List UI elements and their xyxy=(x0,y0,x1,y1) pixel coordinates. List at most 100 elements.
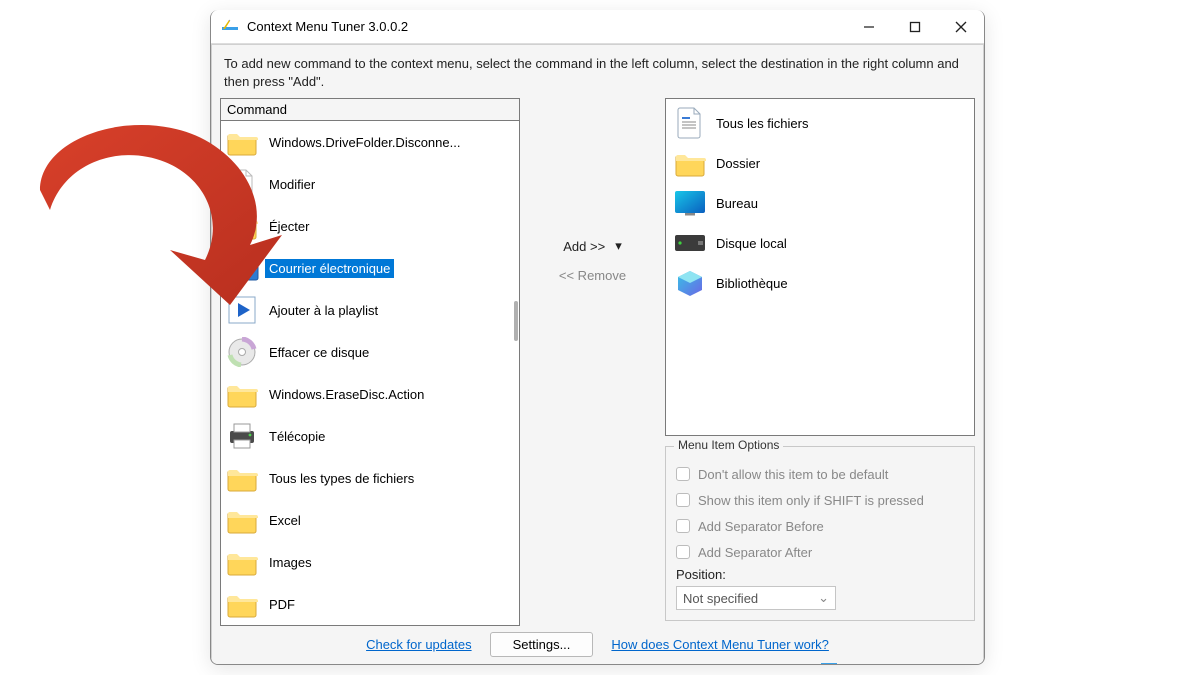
remove-button[interactable]: << Remove xyxy=(520,268,665,283)
dropdown-caret-icon: ▾ xyxy=(615,238,622,254)
command-item[interactable]: Modifier xyxy=(221,163,519,205)
chevron-down-icon: ⌄ xyxy=(818,590,829,606)
cool-stuff-label: Get more cool stuff here: xyxy=(672,664,815,665)
position-label: Position: xyxy=(676,567,964,582)
command-item[interactable]: Images xyxy=(221,541,519,583)
option-sep-before[interactable]: Add Separator Before xyxy=(676,513,964,539)
command-item-label: Tous les types de fichiers xyxy=(265,469,418,488)
command-item-label: Effacer ce disque xyxy=(265,343,373,362)
mail-icon xyxy=(225,251,259,285)
command-item-label: Excel xyxy=(265,511,305,530)
commands-header: Command xyxy=(220,98,520,120)
desktop-icon xyxy=(674,187,706,219)
minimize-button[interactable] xyxy=(846,10,892,43)
settings-button-label: Settings... xyxy=(513,637,571,652)
commands-listbox[interactable]: Windows.DriveFolder.Disconne... Modifier É… xyxy=(220,120,520,626)
position-combobox[interactable]: Not specified ⌄ xyxy=(676,586,836,610)
command-item[interactable]: PDF xyxy=(221,583,519,625)
destination-item-label: Dossier xyxy=(716,156,760,171)
folder-icon xyxy=(225,461,259,495)
textdoc-icon xyxy=(674,107,706,139)
command-item-label: Images xyxy=(265,553,316,572)
remove-button-label: << Remove xyxy=(559,268,626,283)
destination-item[interactable]: Dossier xyxy=(674,143,966,183)
option-label: Show this item only if SHIFT is pressed xyxy=(698,493,924,508)
destination-item-label: Disque local xyxy=(716,236,787,251)
footer-right: Get more cool stuff here: W http://winae… xyxy=(672,663,969,665)
command-item[interactable]: Éjecter xyxy=(221,205,519,247)
app-window: Context Menu Tuner 3.0.0.2 To add new co… xyxy=(210,10,985,665)
destination-item[interactable]: Tous les fichiers xyxy=(674,103,966,143)
how-it-works-link[interactable]: How does Context Menu Tuner work? xyxy=(611,637,829,652)
option-sep-after[interactable]: Add Separator After xyxy=(676,539,964,565)
destination-item[interactable]: Bureau xyxy=(674,183,966,223)
command-item[interactable]: Courrier électronique xyxy=(221,247,519,289)
option-label: Add Separator Before xyxy=(698,519,824,534)
play-icon xyxy=(225,293,259,327)
donate-area[interactable]: Donate! xyxy=(226,663,294,665)
position-row: Position: Not specified ⌄ xyxy=(676,567,964,610)
client-area: To add new command to the context menu, … xyxy=(211,44,984,665)
command-item[interactable]: Ajouter à la playlist xyxy=(221,289,519,331)
library-icon xyxy=(674,267,706,299)
winaero-link[interactable]: http://winaero.com xyxy=(843,664,949,665)
donate-icon xyxy=(226,663,242,665)
command-item-label: Courrier électronique xyxy=(265,259,394,278)
checkbox-icon xyxy=(676,519,690,533)
checkbox-icon xyxy=(676,493,690,507)
command-item[interactable]: Windows.DriveFolder.Disconne... xyxy=(221,121,519,163)
add-button[interactable]: Add >> ▾ xyxy=(520,238,665,254)
check-updates-link[interactable]: Check for updates xyxy=(366,637,472,652)
option-label: Add Separator After xyxy=(698,545,812,560)
scrollbar-thumb[interactable] xyxy=(514,301,518,341)
command-item-label: Éjecter xyxy=(265,217,313,236)
work-area: Command Windows.DriveFolder.Disconne... M… xyxy=(220,98,975,626)
app-icon xyxy=(221,18,239,36)
destination-item[interactable]: Bibliothèque xyxy=(674,263,966,303)
option-shift-only[interactable]: Show this item only if SHIFT is pressed xyxy=(676,487,964,513)
bottom-row: Check for updates Settings... How does C… xyxy=(220,626,975,659)
command-item[interactable]: Excel xyxy=(221,499,519,541)
command-item-label: Ajouter à la playlist xyxy=(265,301,382,320)
checkbox-icon xyxy=(676,545,690,559)
titlebar: Context Menu Tuner 3.0.0.2 xyxy=(211,10,984,44)
command-item[interactable]: Télécopie xyxy=(221,415,519,457)
option-label: Don't allow this item to be default xyxy=(698,467,888,482)
command-item-label: Windows.EraseDisc.Action xyxy=(265,385,428,404)
command-item[interactable]: Windows.EraseDisc.Action xyxy=(221,373,519,415)
folder-icon xyxy=(225,587,259,621)
commands-pane: Command Windows.DriveFolder.Disconne... M… xyxy=(220,98,520,626)
settings-button[interactable]: Settings... xyxy=(490,632,594,657)
drive-icon xyxy=(674,227,706,259)
destination-item-label: Bibliothèque xyxy=(716,276,788,291)
destinations-listbox[interactable]: Tous les fichiers Dossier Bureau Disque loc… xyxy=(665,98,975,436)
option-not-default[interactable]: Don't allow this item to be default xyxy=(676,461,964,487)
command-item-label: Windows.DriveFolder.Disconne... xyxy=(265,133,464,152)
winaero-icon: W xyxy=(821,663,837,665)
window-buttons xyxy=(846,10,984,43)
disc-icon xyxy=(225,335,259,369)
folder-icon xyxy=(225,503,259,537)
folder-icon xyxy=(225,209,259,243)
group-label: Menu Item Options xyxy=(674,438,783,452)
maximize-button[interactable] xyxy=(892,10,938,43)
destination-item-label: Tous les fichiers xyxy=(716,116,808,131)
folder-icon xyxy=(225,125,259,159)
add-button-label: Add >> xyxy=(563,239,605,254)
printer-icon xyxy=(225,419,259,453)
command-item[interactable]: Effacer ce disque xyxy=(221,331,519,373)
checkbox-icon xyxy=(676,467,690,481)
close-button[interactable] xyxy=(938,10,984,43)
command-item[interactable]: Tous les types de fichiers xyxy=(221,457,519,499)
middle-buttons-pane: Add >> ▾ << Remove xyxy=(520,98,665,626)
folder-icon xyxy=(225,545,259,579)
position-value: Not specified xyxy=(683,591,758,606)
window-title: Context Menu Tuner 3.0.0.2 xyxy=(247,19,846,34)
right-column: Tous les fichiers Dossier Bureau Disque loc… xyxy=(665,98,975,626)
command-item-label: Télécopie xyxy=(265,427,329,446)
status-bar: Donate! Get more cool stuff here: W http… xyxy=(220,659,975,665)
folder-icon xyxy=(674,147,706,179)
command-item-label: PDF xyxy=(265,595,299,614)
destination-item[interactable]: Disque local xyxy=(674,223,966,263)
folder-icon xyxy=(225,377,259,411)
